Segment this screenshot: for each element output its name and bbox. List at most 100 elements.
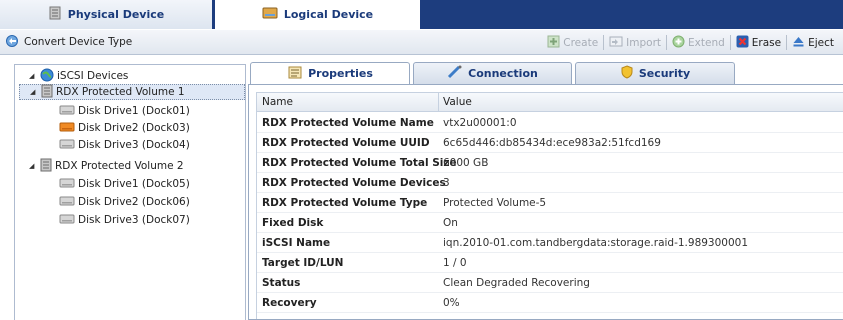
tab-security[interactable]: Security xyxy=(575,62,735,84)
disk-label: Disk Drive3 (Dock04) xyxy=(78,139,190,151)
property-value: 0% xyxy=(443,296,460,309)
property-value: Protected Volume-5 xyxy=(443,196,547,209)
globe-icon xyxy=(40,68,54,85)
column-header-value[interactable]: Value xyxy=(443,96,472,108)
property-name: RDX Protected Volume UUID xyxy=(262,136,430,149)
tab-logical-device[interactable]: Logical Device xyxy=(215,0,420,29)
top-tab-bar-fill xyxy=(420,0,843,29)
erase-button[interactable]: Erase xyxy=(731,30,786,55)
create-label: Create xyxy=(563,36,599,49)
tree-item-disk[interactable]: Disk Drive1 (Dock05) xyxy=(59,176,190,192)
property-row[interactable]: Target ID/LUN 1 / 0 xyxy=(257,253,843,273)
erase-icon xyxy=(736,35,749,51)
tree-item-volume-1[interactable]: ◢ RDX Protected Volume 1 xyxy=(19,84,245,100)
tab-connection[interactable]: Connection xyxy=(413,62,572,84)
tab-physical-device-label: Physical Device xyxy=(67,8,165,21)
volume-label: RDX Protected Volume 2 xyxy=(55,160,184,172)
property-row[interactable]: iSCSI Name iqn.2010-01.com.tandbergdata:s… xyxy=(257,233,843,253)
property-name: Target ID/LUN xyxy=(262,256,344,269)
tab-logical-device-label: Logical Device xyxy=(283,8,374,21)
top-tab-bar: Physical Device Logical Device xyxy=(0,0,843,29)
convert-device-type-button[interactable]: Convert Device Type xyxy=(0,30,137,55)
toolbar-actions: Create Import Extend Erase Eject xyxy=(542,30,839,55)
tab-connection-label: Connection xyxy=(468,67,538,80)
tab-properties[interactable]: Properties xyxy=(250,62,410,84)
property-row[interactable]: RDX Protected Volume Total Size 6000 GB xyxy=(257,153,843,173)
property-name: Status xyxy=(262,276,301,289)
property-row[interactable]: Status Clean Degraded Recovering xyxy=(257,273,843,293)
tree-item-disk[interactable]: Disk Drive3 (Dock04) xyxy=(59,137,190,153)
property-value: Clean Degraded Recovering xyxy=(443,276,590,289)
property-value: vtx2u00001:0 xyxy=(443,116,517,129)
property-value: 1 / 0 xyxy=(443,256,467,269)
shield-icon xyxy=(620,65,634,82)
collapse-arrow-icon[interactable]: ◢ xyxy=(29,162,37,170)
disk-label: Disk Drive1 (Dock05) xyxy=(78,178,190,190)
tree-root-iscsi-devices[interactable]: ◢ iSCSI Devices xyxy=(29,68,128,84)
disk-icon xyxy=(59,214,75,227)
extend-label: Extend xyxy=(688,36,725,49)
volume-icon xyxy=(41,84,53,101)
disk-icon xyxy=(59,105,75,118)
tree-root-label: iSCSI Devices xyxy=(57,70,129,82)
eject-button[interactable]: Eject xyxy=(787,30,839,55)
create-button[interactable]: Create xyxy=(542,30,603,55)
collapse-arrow-icon[interactable]: ◢ xyxy=(29,72,37,80)
tab-physical-device[interactable]: Physical Device xyxy=(0,0,215,29)
volume-icon xyxy=(40,158,52,175)
tree-item-disk[interactable]: Disk Drive2 (Dock06) xyxy=(59,194,190,210)
property-row[interactable]: Recovery 0% xyxy=(257,293,843,313)
property-name: RDX Protected Volume Devices xyxy=(262,176,446,189)
property-name: Recovery xyxy=(262,296,317,309)
grid-header: Name Value xyxy=(257,93,843,112)
connection-icon xyxy=(447,65,463,82)
erase-label: Erase xyxy=(751,36,782,49)
tree-item-disk[interactable]: Disk Drive1 (Dock01) xyxy=(59,103,190,119)
device-tree: ◢ iSCSI Devices ◢ RDX Protected Volume 1… xyxy=(14,64,246,320)
server-icon xyxy=(48,6,62,23)
property-row[interactable]: RDX Protected Volume Devices 3 xyxy=(257,173,843,193)
volume-label: RDX Protected Volume 1 xyxy=(56,86,185,98)
disk-icon xyxy=(59,178,75,191)
import-icon xyxy=(609,35,623,51)
column-header-name[interactable]: Name xyxy=(262,96,293,108)
tab-security-label: Security xyxy=(638,67,691,80)
property-row[interactable]: Fixed Disk On xyxy=(257,213,843,233)
property-row[interactable]: RDX Protected Volume Name vtx2u00001:0 xyxy=(257,113,843,133)
eject-icon xyxy=(792,35,805,51)
property-value: 6000 GB xyxy=(443,156,489,169)
tree-item-volume-2[interactable]: ◢ RDX Protected Volume 2 xyxy=(29,158,184,174)
property-name: RDX Protected Volume Type xyxy=(262,196,428,209)
disk-warning-icon xyxy=(59,122,75,135)
import-label: Import xyxy=(626,36,662,49)
extend-icon xyxy=(672,35,685,51)
tab-properties-label: Properties xyxy=(308,67,373,80)
properties-icon xyxy=(287,65,303,82)
disk-label: Disk Drive2 (Dock03) xyxy=(78,122,190,134)
eject-label: Eject xyxy=(808,36,834,49)
extend-button[interactable]: Extend xyxy=(667,30,730,55)
properties-grid: Name Value RDX Protected Volume Name vtx2… xyxy=(256,92,843,319)
property-value: On xyxy=(443,216,458,229)
disk-label: Disk Drive1 (Dock01) xyxy=(78,105,190,117)
tree-item-disk[interactable]: Disk Drive3 (Dock07) xyxy=(59,212,190,228)
property-value: iqn.2010-01.com.tandbergdata:storage.rai… xyxy=(443,236,749,249)
convert-device-type-label: Convert Device Type xyxy=(24,36,133,48)
disk-label: Disk Drive3 (Dock07) xyxy=(78,214,190,226)
property-name: Fixed Disk xyxy=(262,216,324,229)
disk-icon xyxy=(59,196,75,209)
property-name: RDX Protected Volume Name xyxy=(262,116,434,129)
convert-icon xyxy=(5,34,21,51)
create-icon xyxy=(547,35,560,51)
tree-item-disk-warning[interactable]: Disk Drive2 (Dock03) xyxy=(59,120,190,136)
property-row[interactable]: RDX Protected Volume UUID 6c65d446:db8543… xyxy=(257,133,843,153)
property-value: 6c65d446:db85434d:ece983a2:51fcd169 xyxy=(443,136,661,149)
import-button[interactable]: Import xyxy=(604,30,666,55)
toolbar: Convert Device Type Create Import Extend… xyxy=(0,30,843,55)
property-row[interactable]: RDX Protected Volume Type Protected Volum… xyxy=(257,193,843,213)
properties-panel: Name Value RDX Protected Volume Name vtx2… xyxy=(248,84,843,320)
collapse-arrow-icon[interactable]: ◢ xyxy=(30,88,38,96)
disk-icon xyxy=(59,139,75,152)
drive-icon xyxy=(262,6,278,23)
property-name: iSCSI Name xyxy=(262,236,331,249)
